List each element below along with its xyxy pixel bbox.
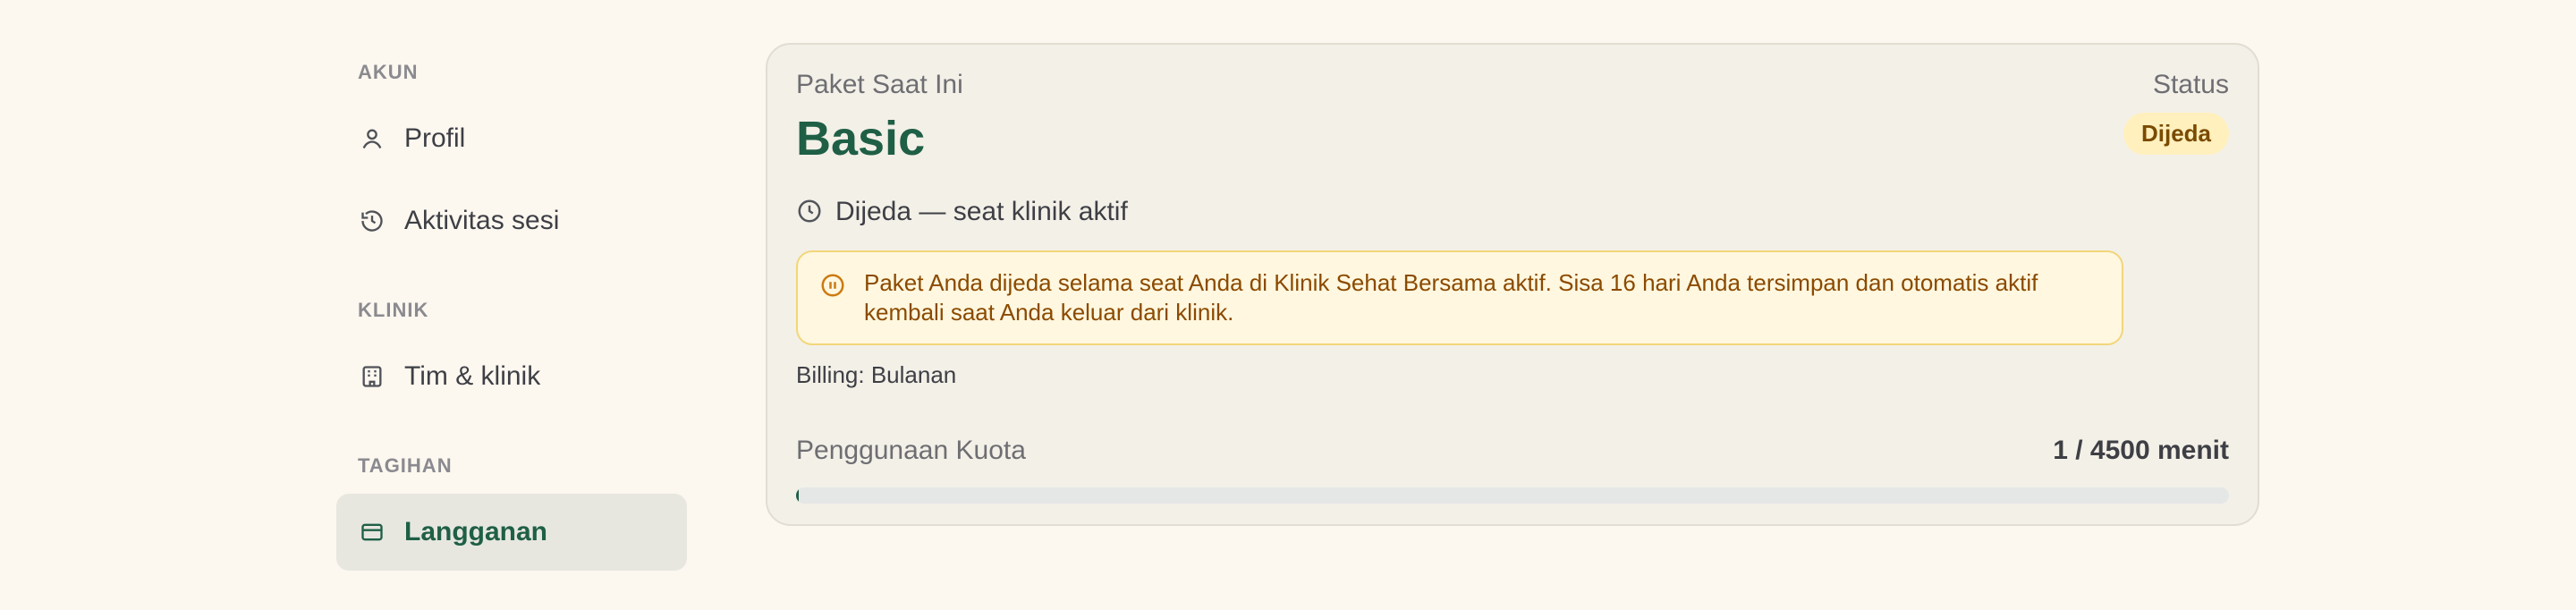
sidebar-section-title: AKUN xyxy=(358,61,419,83)
current-plan-block: Paket Saat Ini Basic xyxy=(796,70,963,166)
sidebar-section-title: KLINIK xyxy=(358,299,429,321)
history-icon xyxy=(358,207,386,235)
user-icon xyxy=(358,124,386,153)
plan-name: Basic xyxy=(796,112,926,165)
paused-status-text: Dijeda — seat klinik aktif xyxy=(835,197,1128,226)
sidebar-group-tagihan: TAGIHAN Langganan xyxy=(336,454,687,571)
clock-icon xyxy=(796,198,825,226)
status-badge: Dijeda xyxy=(2123,113,2229,155)
settings-sidebar: AKUN Profil Aktivitas sesi KLINIK Tim & … xyxy=(336,52,687,610)
settings-page: AKUN Profil Aktivitas sesi KLINIK Tim & … xyxy=(0,0,2576,571)
sidebar-item-label: Aktivitas sesi xyxy=(404,206,560,235)
status-label: Status xyxy=(2152,70,2229,99)
sidebar-group-akun: AKUN Profil Aktivitas sesi xyxy=(336,61,687,259)
plan-header-row: Paket Saat Ini Basic Status Dijeda xyxy=(796,70,2229,166)
quota-title: Penggunaan Kuota xyxy=(796,436,1026,465)
quota-progress-fill xyxy=(796,487,799,504)
sidebar-item-label: Profil xyxy=(404,123,466,153)
quota-progress xyxy=(796,487,2229,504)
subscription-card: Paket Saat Ini Basic Status Dijeda Dijed… xyxy=(766,43,2259,526)
building-icon xyxy=(358,362,386,391)
sidebar-item-tim-klinik[interactable]: Tim & klinik xyxy=(336,338,687,415)
sidebar-section-title: TAGIHAN xyxy=(358,454,453,477)
pause-icon xyxy=(819,272,848,301)
paused-status-row: Dijeda — seat klinik aktif xyxy=(796,197,2229,227)
sidebar-item-label: Tim & klinik xyxy=(404,361,541,391)
subscription-card-content: Paket Saat Ini Basic Status Dijeda Dijed… xyxy=(796,70,2229,504)
current-plan-label: Paket Saat Ini xyxy=(796,70,963,99)
sidebar-item-profil[interactable]: Profil xyxy=(336,100,687,177)
billing-text: Billing: Bulanan xyxy=(796,361,957,388)
sidebar-item-label: Langganan xyxy=(404,517,548,546)
pause-notice-text: Paket Anda dijeda selama seat Anda di Kl… xyxy=(864,269,2038,326)
sidebar-group-klinik: KLINIK Tim & klinik xyxy=(336,299,687,415)
pause-notice: Paket Anda dijeda selama seat Anda di Kl… xyxy=(796,250,2123,345)
quota-value: 1 / 4500 menit xyxy=(2053,436,2229,465)
sidebar-item-aktivitas-sesi[interactable]: Aktivitas sesi xyxy=(336,182,687,259)
sidebar-item-langganan[interactable]: Langganan xyxy=(336,494,687,571)
card-icon xyxy=(358,518,386,546)
quota-row: Penggunaan Kuota 1 / 4500 menit xyxy=(796,436,2229,466)
status-block: Status Dijeda xyxy=(2123,70,2229,155)
